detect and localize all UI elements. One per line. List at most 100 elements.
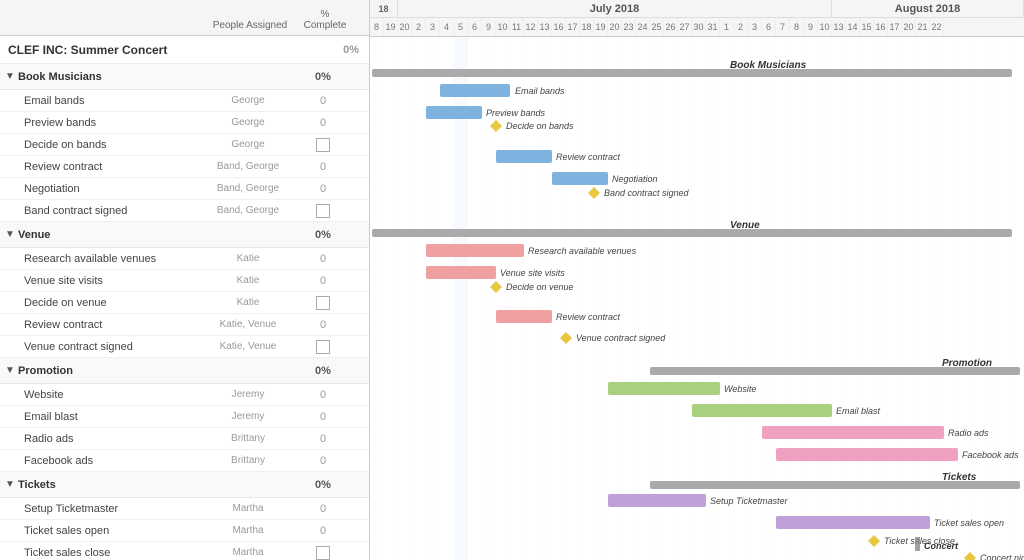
project-title-row: CLEF INC: Summer Concert 0% (0, 36, 369, 64)
task-name: Negotiation (16, 183, 198, 195)
task-name: Research available venues (16, 253, 198, 265)
month-row: 18 July 2018 August 2018 (370, 0, 1024, 18)
task-pct: 0 (298, 525, 348, 537)
svg-text:Venue contract signed: Venue contract signed (576, 333, 666, 343)
task-row: Ticket sales open Martha 0 (0, 520, 369, 542)
group-pct: 0% (298, 229, 348, 241)
people-col-header: People Assigned (200, 20, 300, 31)
svg-text:Promotion: Promotion (942, 358, 992, 369)
task-name: Venue contract signed (16, 341, 198, 353)
task-name: Preview bands (16, 117, 198, 129)
task-row: Radio ads Brittany 0 (0, 428, 369, 450)
task-pct: 0 (298, 389, 348, 401)
gantt-chart: Book Musicians Email bands Preview bands… (370, 37, 1024, 560)
project-title: CLEF INC: Summer Concert (8, 43, 167, 57)
task-pct (298, 340, 348, 354)
task-pct: 0 (298, 253, 348, 265)
checkbox[interactable] (316, 546, 330, 560)
task-name: Band contract signed (16, 205, 198, 217)
task-pct (298, 138, 348, 152)
gantt-header: 18 July 2018 August 2018 8 19 20 2 3 4 5… (370, 0, 1024, 37)
arrow-icon: ▼ (0, 71, 16, 82)
task-people: Jeremy (198, 389, 298, 400)
task-pct: 0 (298, 411, 348, 423)
task-pct (298, 204, 348, 218)
svg-text:Radio ads: Radio ads (948, 428, 989, 438)
section-label: Book Musicians (730, 60, 807, 71)
svg-text:Email bands: Email bands (515, 86, 565, 96)
task-name: Ticket sales open (16, 525, 198, 537)
task-row: Website Jeremy 0 (0, 384, 369, 406)
task-people: Brittany (198, 433, 298, 444)
task-row: Email blast Jeremy 0 (0, 406, 369, 428)
group-row-promotion[interactable]: ▼ Promotion 0% (0, 358, 369, 384)
arrow-icon: ▼ (0, 229, 16, 240)
group-name: Book Musicians (16, 71, 198, 83)
task-name: Decide on venue (16, 297, 198, 309)
task-people: Martha (198, 547, 298, 558)
task-row: Band contract signed Band, George (0, 200, 369, 222)
task-row: Decide on bands George (0, 134, 369, 156)
task-pct: 0 (298, 161, 348, 173)
pct-col-header: % Complete (300, 9, 350, 31)
svg-text:Facebook ads: Facebook ads (962, 450, 1019, 460)
task-pct: 0 (298, 319, 348, 331)
task-people: Katie (198, 253, 298, 264)
task-row: Preview bands George 0 (0, 112, 369, 134)
group-row-tickets[interactable]: ▼ Tickets 0% (0, 472, 369, 498)
task-row: Negotiation Band, George 0 (0, 178, 369, 200)
task-name: Email blast (16, 411, 198, 423)
checkbox[interactable] (316, 204, 330, 218)
task-people: George (198, 117, 298, 128)
svg-text:Concert night: Concert night (980, 553, 1024, 560)
checkbox[interactable] (316, 138, 330, 152)
task-pct: 0 (298, 117, 348, 129)
svg-text:Website: Website (724, 384, 756, 394)
task-row: Review contract Band, George 0 (0, 156, 369, 178)
task-row: Email bands George 0 (0, 90, 369, 112)
task-name: Website (16, 389, 198, 401)
task-name: Facebook ads (16, 455, 198, 467)
arrow-icon: ▼ (0, 479, 16, 490)
month-cell: 18 (370, 0, 398, 17)
task-people: Katie (198, 275, 298, 286)
svg-text:Email blast: Email blast (836, 406, 881, 416)
task-people: Martha (198, 503, 298, 514)
task-pct: 0 (298, 503, 348, 515)
group-name: Promotion (16, 365, 198, 377)
gantt-wrapper: 18 July 2018 August 2018 8 19 20 2 3 4 5… (370, 0, 1024, 560)
group-row-venue[interactable]: ▼ Venue 0% (0, 222, 369, 248)
task-row: Facebook ads Brittany 0 (0, 450, 369, 472)
checkbox[interactable] (316, 296, 330, 310)
svg-text:Ticket sales open: Ticket sales open (934, 518, 1004, 528)
month-cell: August 2018 (832, 0, 1024, 17)
group-pct: 0% (298, 479, 348, 491)
group-row-book-musicians[interactable]: ▼ Book Musicians 0% (0, 64, 369, 90)
task-name: Venue site visits (16, 275, 198, 287)
app-container: Title People Assigned % Complete CLEF IN… (0, 0, 1024, 560)
day-row: 8 19 20 2 3 4 5 6 9 10 11 12 13 16 17 1 (370, 18, 1024, 36)
task-name: Review contract (16, 319, 198, 331)
task-row: Decide on venue Katie (0, 292, 369, 314)
left-header: Title People Assigned % Complete (0, 0, 369, 36)
svg-text:Setup Ticketmaster: Setup Ticketmaster (710, 496, 788, 506)
svg-text:Concert: Concert (924, 541, 959, 551)
checkbox[interactable] (316, 340, 330, 354)
gantt-panel[interactable]: 18 July 2018 August 2018 8 19 20 2 3 4 5… (370, 0, 1024, 560)
task-name: Setup Ticketmaster (16, 503, 198, 515)
month-cell: July 2018 (398, 0, 832, 17)
group-pct: 0% (298, 365, 348, 377)
task-row: Setup Ticketmaster Martha 0 (0, 498, 369, 520)
task-row: Venue site visits Katie 0 (0, 270, 369, 292)
group-name: Venue (16, 229, 198, 241)
task-row: Venue contract signed Katie, Venue (0, 336, 369, 358)
svg-text:Review contract: Review contract (556, 152, 621, 162)
task-name: Review contract (16, 161, 198, 173)
task-people: Band, George (198, 161, 298, 172)
left-panel: Title People Assigned % Complete CLEF IN… (0, 0, 370, 560)
svg-text:Preview bands: Preview bands (486, 108, 546, 118)
task-people: Katie (198, 297, 298, 308)
svg-text:Decide on bands: Decide on bands (506, 121, 574, 131)
svg-text:Research available venues: Research available venues (528, 246, 637, 256)
task-people: Katie, Venue (198, 319, 298, 330)
